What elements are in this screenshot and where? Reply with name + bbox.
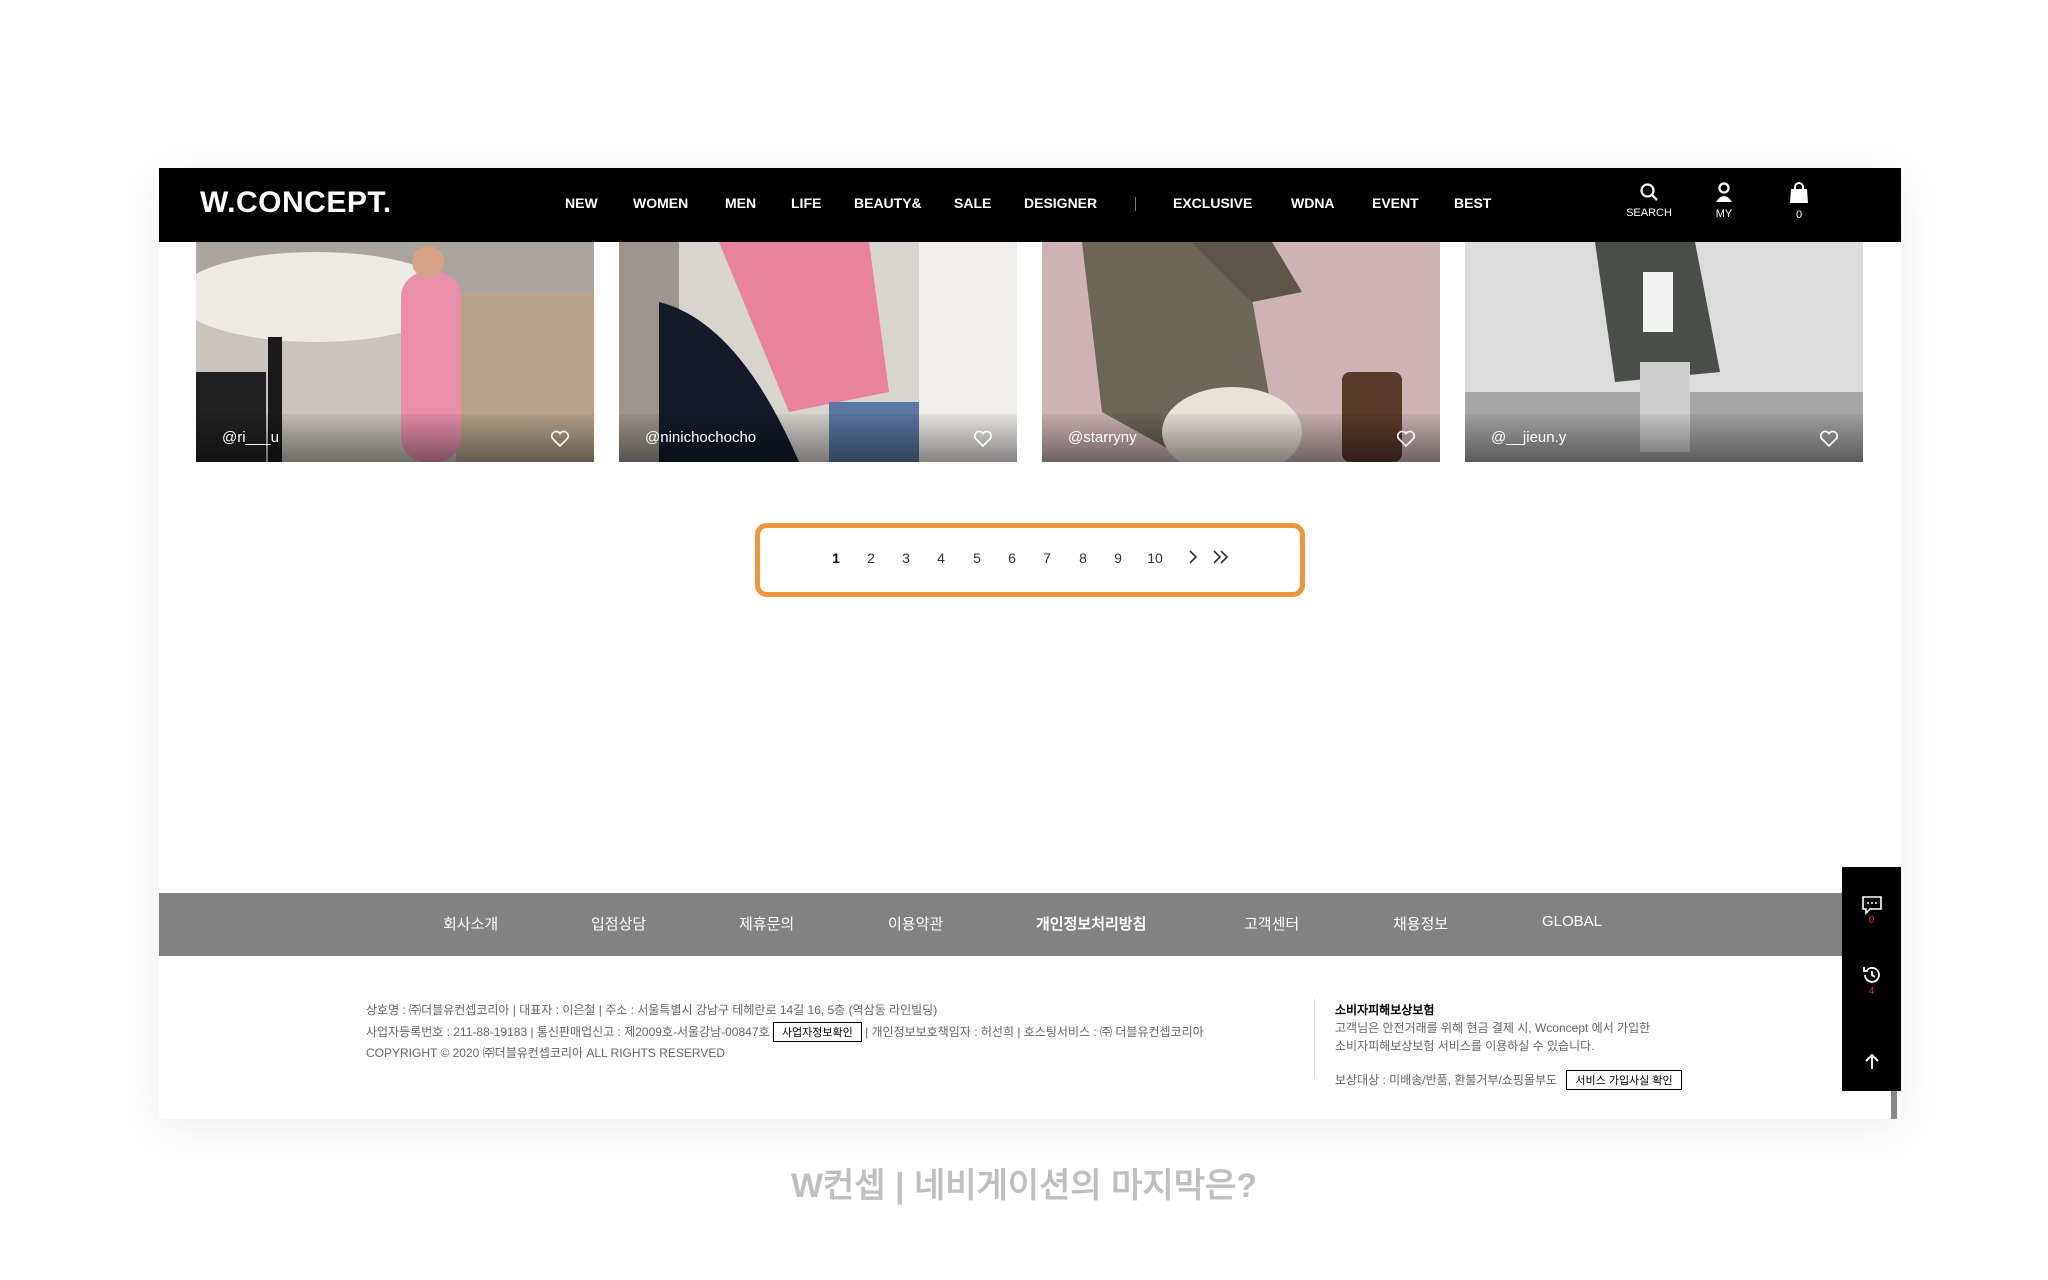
nav-event[interactable]: EVENT <box>1372 195 1419 211</box>
page-1[interactable]: 1 <box>826 550 846 566</box>
nav-life[interactable]: LIFE <box>791 195 821 211</box>
my-button[interactable]: MY <box>1689 182 1759 220</box>
recent-view-button[interactable]: 4 <box>1842 964 1901 997</box>
footer-link-careers[interactable]: 채용정보 <box>1393 913 1448 934</box>
nav-wdna[interactable]: WDNA <box>1291 195 1335 211</box>
chat-button[interactable]: 0 <box>1842 895 1901 926</box>
nav-designer[interactable]: DESIGNER <box>1024 195 1097 211</box>
insurance-text-2: 소비자피해보상보험 서비스를 이용하실 수 있습니다. <box>1335 1039 1595 1053</box>
user-icon <box>1716 182 1732 202</box>
registration-text: 사업자등록번호 : 211-88-19183 | 통신판매업신고 : 제2009… <box>366 1025 770 1039</box>
style-card[interactable]: @ri___u <box>196 242 594 462</box>
footer-link-affiliate[interactable]: 제휴문의 <box>739 913 794 934</box>
insurance-target: 보상대상 : 미배송/반품, 환불거부/쇼핑몰부도 <box>1335 1073 1558 1087</box>
page-4[interactable]: 4 <box>931 550 951 566</box>
company-info-line2: 사업자등록번호 : 211-88-19183 | 통신판매업신고 : 제2009… <box>366 1022 1204 1042</box>
heart-icon[interactable] <box>973 430 993 448</box>
scrollbar[interactable] <box>1891 1091 1897 1119</box>
side-quick-bar: 0 4 <box>1842 867 1901 1091</box>
heart-icon[interactable] <box>1396 430 1416 448</box>
insurance-title: 소비자피해보상보험 <box>1335 1003 1435 1017</box>
heart-icon[interactable] <box>1819 430 1839 448</box>
history-icon <box>1862 967 1880 983</box>
search-label: SEARCH <box>1626 207 1672 219</box>
double-chevron-right-icon[interactable] <box>1211 548 1231 566</box>
arrow-up-icon[interactable] <box>1862 1052 1882 1072</box>
logo[interactable]: W.CONCEPT. <box>200 186 392 220</box>
cart-count: 0 <box>1795 209 1803 221</box>
nav-women[interactable]: WOMEN <box>633 195 688 211</box>
nav-exclusive[interactable]: EXCLUSIVE <box>1173 195 1252 211</box>
insurance-target-row: 보상대상 : 미배송/반품, 환불거부/쇼핑몰부도 서비스 가입사실 확인 <box>1335 1070 1682 1090</box>
page-7[interactable]: 7 <box>1037 550 1057 566</box>
recent-count: 4 <box>1868 986 1875 997</box>
privacy-hosting-text: | 개인정보보호책임자 : 허선희 | 호스팅서비스 : ㈜ 더블유컨셉코리아 <box>865 1025 1204 1039</box>
page-10[interactable]: 10 <box>1143 550 1167 566</box>
nav-divider <box>1135 197 1136 211</box>
page-6[interactable]: 6 <box>1002 550 1022 566</box>
card-handle[interactable]: @starryny <box>1068 429 1137 446</box>
page-5[interactable]: 5 <box>967 550 987 566</box>
business-info-button[interactable]: 사업자정보확인 <box>772 1022 862 1042</box>
page-3[interactable]: 3 <box>896 550 916 566</box>
style-card[interactable]: @starryny <box>1042 242 1440 462</box>
footer-link-global[interactable]: GLOBAL <box>1542 913 1602 930</box>
chat-icon <box>1861 896 1882 915</box>
company-info-line1: 상호명 : ㈜더블유컨셉코리아 | 대표자 : 이은철 | 주소 : 서울특별시… <box>366 1003 938 1017</box>
cart-icon <box>1790 182 1808 203</box>
nav-sale[interactable]: SALE <box>954 195 991 211</box>
browser-page: W.CONCEPT. NEW WOMEN MEN LIFE BEAUTY& SA… <box>159 168 1901 1119</box>
search-icon <box>1640 183 1658 201</box>
nav-beauty[interactable]: BEAUTY& <box>854 195 922 211</box>
card-handle[interactable]: @ri___u <box>222 429 279 446</box>
my-label: MY <box>1715 208 1733 220</box>
slide-caption: W컨셉 | 네비게이션의 마지막은? <box>790 1167 1258 1205</box>
style-card[interactable]: @ninichochocho <box>619 242 1017 462</box>
footer-link-terms[interactable]: 이용약관 <box>888 913 943 934</box>
nav-men[interactable]: MEN <box>725 195 756 211</box>
chat-count: 0 <box>1868 915 1875 926</box>
footer-divider <box>1314 999 1315 1079</box>
footer-link-partner-inquiry[interactable]: 입점상담 <box>591 913 646 934</box>
chevron-right-icon[interactable] <box>1186 548 1200 566</box>
card-handle[interactable]: @ninichochocho <box>645 429 756 446</box>
footer-link-customer-center[interactable]: 고객센터 <box>1244 913 1299 934</box>
nav-best[interactable]: BEST <box>1454 195 1491 211</box>
footer-link-company[interactable]: 회사소개 <box>443 913 498 934</box>
insurance-text-1: 고객님은 안전거래를 위해 현금 결제 시, Wconcept 에서 가입한 <box>1335 1021 1651 1035</box>
search-button[interactable]: SEARCH <box>1614 182 1684 219</box>
service-check-button[interactable]: 서비스 가입사실 확인 <box>1566 1070 1682 1090</box>
footer-link-privacy[interactable]: 개인정보처리방침 <box>1036 913 1146 934</box>
style-card[interactable]: @__jieun.y <box>1465 242 1863 462</box>
site-header: W.CONCEPT. NEW WOMEN MEN LIFE BEAUTY& SA… <box>159 168 1901 242</box>
copyright: COPYRIGHT © 2020 ㈜더블유컨셉코리아 ALL RIGHTS RE… <box>366 1046 726 1060</box>
page-8[interactable]: 8 <box>1073 550 1093 566</box>
page-2[interactable]: 2 <box>861 550 881 566</box>
cart-button[interactable]: 0 <box>1764 182 1834 221</box>
heart-icon[interactable] <box>550 430 570 448</box>
page-9[interactable]: 9 <box>1108 550 1128 566</box>
card-handle[interactable]: @__jieun.y <box>1491 429 1566 446</box>
nav-new[interactable]: NEW <box>565 195 598 211</box>
footer-link-bar: 회사소개 입점상담 제휴문의 이용약관 개인정보처리방침 고객센터 채용정보 G… <box>159 893 1901 956</box>
